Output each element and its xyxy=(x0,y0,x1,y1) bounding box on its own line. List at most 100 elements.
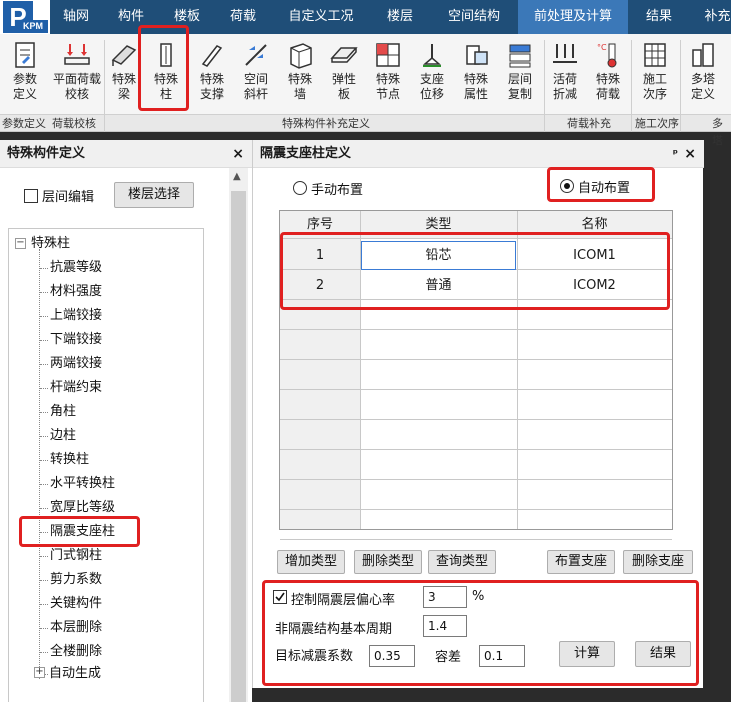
panel-title-text: 特殊构件定义 xyxy=(7,146,86,161)
menu-item-supplement[interactable]: 补充建 xyxy=(694,0,731,34)
floor-copy-button[interactable]: 层间 复制 xyxy=(500,36,540,112)
manual-radio[interactable] xyxy=(293,181,307,195)
menu-item-result[interactable]: 结果 xyxy=(636,0,682,34)
tree-branch xyxy=(40,508,48,509)
wall-icon xyxy=(290,43,312,69)
load-arrows-icon xyxy=(64,44,90,65)
tree-root[interactable]: 特殊柱 xyxy=(31,232,70,256)
logo-text: KPM xyxy=(18,20,48,33)
elastic-slab-button[interactable]: 弹性 板 xyxy=(324,36,364,112)
tree-branch xyxy=(40,412,48,413)
app-window: P KPM 轴网 构件 楼板 荷载 自定义工况 楼层 空间结构 前处理及计算 结… xyxy=(0,0,731,702)
menu-item-load[interactable]: 荷载 xyxy=(218,0,268,34)
tree-branch xyxy=(40,268,48,269)
live-load-reduction-button[interactable]: 活荷 折减 xyxy=(546,36,584,112)
tree-item[interactable]: 杆端约束 xyxy=(50,376,102,400)
special-brace-label: 特殊 支撑 xyxy=(199,72,224,101)
scroll-up-icon[interactable]: ▲ xyxy=(233,171,241,182)
special-attribute-label: 特殊 属性 xyxy=(463,72,488,101)
floor-edit-checkbox[interactable] xyxy=(24,189,38,203)
expand-icon[interactable]: + xyxy=(34,667,45,678)
menu-item-axis[interactable]: 轴网 xyxy=(52,0,100,34)
close-icon[interactable]: × xyxy=(232,140,244,168)
load-check-label: 平面荷载 校核 xyxy=(52,72,101,101)
special-beam-button[interactable]: 特殊 梁 xyxy=(106,36,142,112)
place-support-button[interactable]: 布置支座 xyxy=(547,550,615,574)
tree-branch xyxy=(40,436,48,437)
scroll-thumb[interactable] xyxy=(231,191,246,702)
load-reduction-icon xyxy=(553,44,577,63)
tree-branch xyxy=(40,580,48,581)
special-load-button[interactable]: °C 特殊 荷载 xyxy=(588,36,628,112)
row-divider xyxy=(280,539,672,540)
tree-branch xyxy=(40,388,48,389)
collapse-icon[interactable]: − xyxy=(15,238,26,249)
tree-guide xyxy=(39,249,40,679)
special-wall-button[interactable]: 特殊 墙 xyxy=(280,36,320,112)
document-icon xyxy=(15,42,35,68)
special-node-button[interactable]: 特殊 节点 xyxy=(368,36,408,112)
ribbon-toolbar: 参数 定义 平面荷载 校核 特殊 梁 特殊 柱 特殊 支撑 空间 斜杆 特殊 墙 xyxy=(0,34,731,147)
attribute-icon xyxy=(466,45,488,65)
node-grid-icon xyxy=(376,43,400,67)
tree-item[interactable]: 转换柱 xyxy=(50,448,89,472)
pin-icon[interactable]: ᵖ xyxy=(673,140,678,168)
row-divider xyxy=(280,479,672,480)
menu-item-space-structure[interactable]: 空间结构 xyxy=(436,0,512,34)
tree-item[interactable]: 材料强度 xyxy=(50,280,102,304)
tree-item[interactable]: 门式钢柱 xyxy=(50,544,102,568)
tree-branch xyxy=(40,292,48,293)
row-divider xyxy=(280,329,672,330)
construction-order-button[interactable]: 施工 次序 xyxy=(634,36,676,112)
space-diagonal-button[interactable]: 空间 斜杆 xyxy=(236,36,276,112)
special-brace-button[interactable]: 特殊 支撑 xyxy=(192,36,232,112)
tree-item[interactable]: 本层删除 xyxy=(50,616,102,640)
close-icon[interactable]: × xyxy=(684,140,696,168)
group-load-check: 荷载校核 xyxy=(50,114,106,131)
special-load-label: 特殊 荷载 xyxy=(595,72,620,101)
tree-item[interactable]: 关键构件 xyxy=(50,592,102,616)
highlight-params xyxy=(262,580,699,686)
load-check-button[interactable]: 平面荷载 校核 xyxy=(50,36,104,112)
left-scrollbar[interactable]: ▲ xyxy=(229,168,248,702)
tree-item[interactable]: 水平转换柱 xyxy=(50,472,115,496)
towers-icon xyxy=(692,43,714,67)
tree-branch xyxy=(40,556,48,557)
row-divider xyxy=(280,359,672,360)
tree-item[interactable]: 边柱 xyxy=(50,424,76,448)
tree-auto-generate[interactable]: 自动生成 xyxy=(49,662,101,686)
row-divider xyxy=(280,449,672,450)
elastic-slab-label: 弹性 板 xyxy=(331,72,356,101)
param-define-button[interactable]: 参数 定义 xyxy=(2,36,48,112)
tree-item[interactable]: 角柱 xyxy=(50,400,76,424)
tree-item[interactable]: 上端铰接 xyxy=(50,304,102,328)
special-attribute-button[interactable]: 特殊 属性 xyxy=(456,36,496,112)
tree-item[interactable]: 全楼删除 xyxy=(50,640,102,664)
tree-item[interactable]: 抗震等级 xyxy=(50,256,102,280)
tree-item[interactable]: 下端铰接 xyxy=(50,328,102,352)
special-wall-label: 特殊 墙 xyxy=(287,72,312,101)
highlight-special-column xyxy=(138,25,189,111)
tree-item[interactable]: 两端铰接 xyxy=(50,352,102,376)
menu-item-custom-case[interactable]: 自定义工况 xyxy=(278,0,364,34)
delete-type-button[interactable]: 删除类型 xyxy=(354,550,422,574)
panel-title: 特殊构件定义 × xyxy=(0,140,252,168)
tree-item[interactable]: 剪力系数 xyxy=(50,568,102,592)
row-divider xyxy=(280,389,672,390)
support-icon xyxy=(422,44,442,67)
delete-support-button[interactable]: 删除支座 xyxy=(623,550,693,574)
pkpm-logo: P KPM xyxy=(0,0,50,34)
group-divider xyxy=(104,40,105,132)
thermometer-icon: °C xyxy=(597,43,617,68)
space-diagonal-label: 空间 斜杆 xyxy=(243,72,268,101)
multi-tower-button[interactable]: 多塔 定义 xyxy=(682,36,724,112)
support-displacement-button[interactable]: 支座 位移 xyxy=(412,36,452,112)
tree-branch xyxy=(40,484,48,485)
floor-select-button[interactable]: 楼层选择 xyxy=(114,182,194,208)
menu-item-floor[interactable]: 楼层 xyxy=(372,0,428,34)
add-type-button[interactable]: 增加类型 xyxy=(277,550,345,574)
query-type-button[interactable]: 查询类型 xyxy=(428,550,496,574)
menu-item-preprocess[interactable]: 前处理及计算 xyxy=(518,0,628,34)
group-load-supplement: 荷载补充 xyxy=(546,114,632,131)
highlight-isolation-column xyxy=(19,516,140,547)
